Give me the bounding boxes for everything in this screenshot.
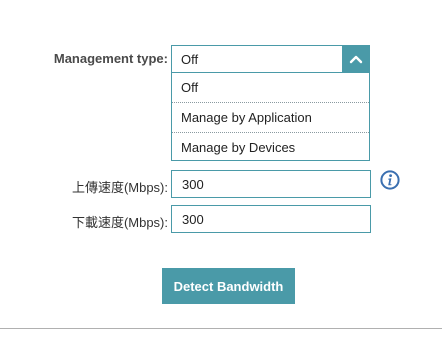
upload-speed-label: 上傳速度(Mbps):	[71, 180, 168, 195]
upload-speed-input[interactable]	[171, 170, 371, 198]
option-off[interactable]: Off	[172, 73, 369, 103]
bottom-divider	[0, 328, 442, 329]
download-speed-input[interactable]	[171, 205, 371, 233]
management-type-selected-value: Off	[181, 52, 199, 67]
dropdown-toggle-button[interactable]	[342, 45, 370, 73]
option-manage-by-application[interactable]: Manage by Application	[172, 103, 369, 133]
chevron-up-icon	[349, 55, 363, 64]
management-type-options-list: Off Manage by Application Manage by Devi…	[171, 73, 370, 161]
option-manage-by-devices[interactable]: Manage by Devices	[172, 133, 369, 160]
info-icon[interactable]	[380, 170, 400, 190]
download-speed-label: 下載速度(Mbps):	[71, 215, 168, 230]
detect-bandwidth-button[interactable]: Detect Bandwidth	[162, 268, 295, 304]
management-type-select[interactable]: Off	[171, 45, 370, 73]
management-type-label: Management type:	[53, 51, 168, 66]
